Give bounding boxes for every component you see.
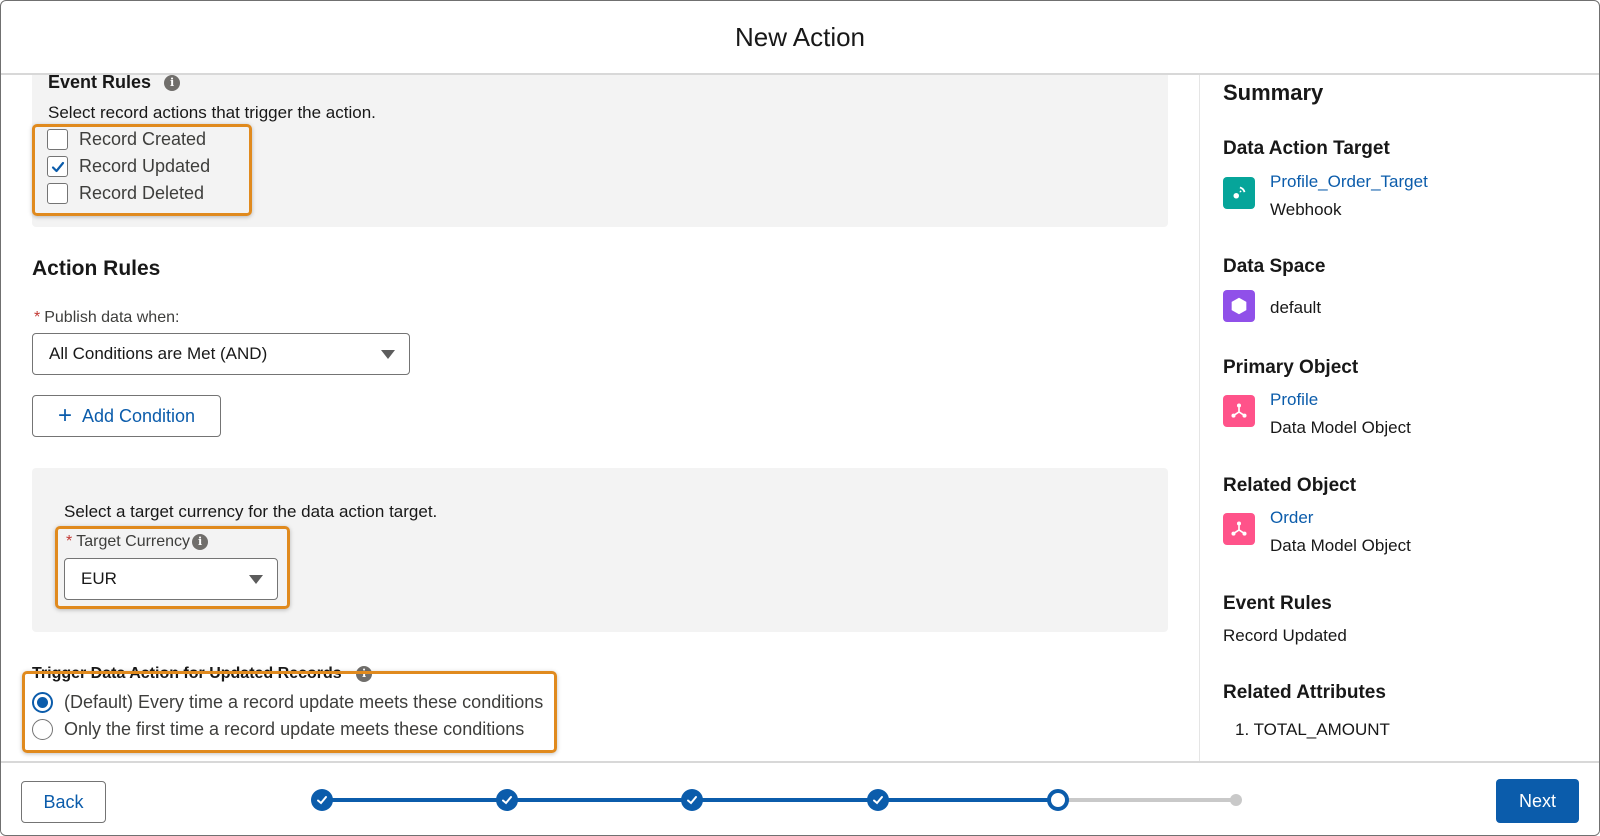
webhook-icon [1223,177,1255,209]
publish-data-label-text: Publish data when: [44,309,180,326]
next-label: Next [1518,790,1556,811]
related-attribute-item: 1. TOTAL_AMOUNT [1235,720,1390,739]
add-condition-button[interactable]: + Add Condition [32,395,221,437]
progress-track-remaining [1058,798,1235,802]
modal-body: Event Rules i Select record actions that… [1,75,1599,761]
target-link[interactable]: Profile_Order_Target [1270,172,1428,192]
action-form: Event Rules i Select record actions that… [1,75,1199,761]
primary-object-heading: Primary Object [1223,357,1359,378]
related-object-type: Data Model Object [1270,536,1411,555]
action-rules-heading: Action Rules [32,257,161,280]
checkmark-icon [873,796,883,805]
select-value: All Conditions are Met (AND) [49,344,268,363]
next-button[interactable]: Next [1496,779,1579,823]
data-model-icon [1223,395,1255,427]
summary-event-rules-heading: Event Rules [1223,593,1332,614]
currency-description: Select a target currency for the data ac… [64,502,438,521]
progress-step-1[interactable] [311,789,333,811]
target-type: Webhook [1270,200,1342,219]
info-icon[interactable]: i [164,75,181,92]
event-rules-heading: Event Rules i [48,75,181,93]
progress-step-4[interactable] [867,789,889,811]
event-rules-description: Select record actions that trigger the a… [48,103,376,122]
new-action-modal: New Action Event Rules i Select record a… [0,0,1600,836]
related-object-heading: Related Object [1223,475,1357,496]
publish-condition-select[interactable]: All Conditions are Met (AND) [32,333,410,375]
summary-event-rules-value: Record Updated [1223,626,1347,645]
data-model-icon [1223,513,1255,545]
progress-step-5-current[interactable] [1047,789,1069,811]
event-rules-highlight [32,124,252,216]
required-marker: * [34,309,41,326]
summary-sidebar: Summary Data Action Target Profile_Order… [1199,75,1599,761]
data-action-target-heading: Data Action Target [1223,138,1390,159]
add-condition-label: Add Condition [81,405,196,426]
chevron-down-icon [381,350,395,359]
primary-object-link[interactable]: Profile [1270,390,1318,410]
currency-highlight [55,526,290,609]
data-space-icon [1223,290,1255,322]
back-label: Back [43,791,84,812]
modal-footer: Back Next [1,761,1599,835]
checkmark-icon [502,796,512,805]
primary-object-type: Data Model Object [1270,418,1411,437]
related-object-link[interactable]: Order [1270,508,1313,528]
data-space-name: default [1270,298,1322,317]
progress-step-6[interactable] [1230,794,1242,806]
checkmark-icon [317,796,327,805]
event-rules-heading-text: Event Rules [48,75,152,92]
modal-title: New Action [734,21,866,52]
progress-step-2[interactable] [496,789,518,811]
modal-header: New Action [1,1,1599,75]
publish-data-label: * Publish data when: [34,309,179,327]
data-space-heading: Data Space [1223,256,1326,277]
plus-icon: + [57,402,72,429]
trigger-highlight [22,671,557,753]
related-attributes-heading: Related Attributes [1223,682,1386,703]
summary-title: Summary [1223,80,1324,105]
progress-step-3[interactable] [681,789,703,811]
back-button[interactable]: Back [21,781,106,823]
checkmark-icon [687,796,697,805]
